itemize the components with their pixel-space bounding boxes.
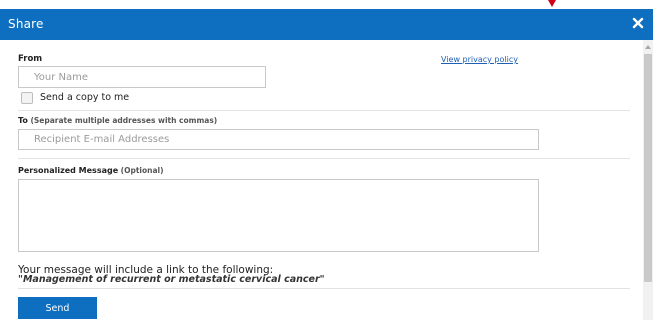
- scrollbar-thumb[interactable]: [644, 54, 652, 282]
- shared-item-title: "Management of recurrent or metastatic c…: [18, 274, 325, 285]
- scroll-up-arrow-icon[interactable]: [645, 45, 651, 49]
- marker-arrow-icon: [548, 0, 556, 7]
- message-label-group: Personalized Message (Optional): [18, 166, 164, 175]
- from-label: From: [18, 54, 43, 64]
- recipient-email-input[interactable]: [18, 129, 539, 150]
- to-note: (Separate multiple addresses with commas…: [30, 116, 218, 125]
- divider: [18, 288, 630, 289]
- dialog-header: Share: [0, 9, 653, 40]
- to-label-group: To (Separate multiple addresses with com…: [18, 116, 217, 125]
- send-button[interactable]: Send: [18, 297, 97, 319]
- send-copy-label: Send a copy to me: [40, 92, 130, 103]
- to-label: To: [18, 116, 28, 125]
- personalized-message-textarea[interactable]: [18, 179, 539, 252]
- divider: [18, 158, 630, 159]
- message-note: (Optional): [120, 166, 164, 175]
- your-name-input[interactable]: [18, 66, 266, 88]
- message-label: Personalized Message: [18, 166, 119, 175]
- send-copy-checkbox[interactable]: [21, 92, 33, 104]
- share-dialog-page: Share From View privacy policy Send a co…: [0, 0, 653, 320]
- divider: [18, 110, 630, 111]
- close-icon[interactable]: [630, 15, 646, 31]
- privacy-policy-link[interactable]: View privacy policy: [441, 55, 518, 64]
- dialog-title: Share: [8, 17, 44, 31]
- scrollbar[interactable]: [643, 40, 653, 320]
